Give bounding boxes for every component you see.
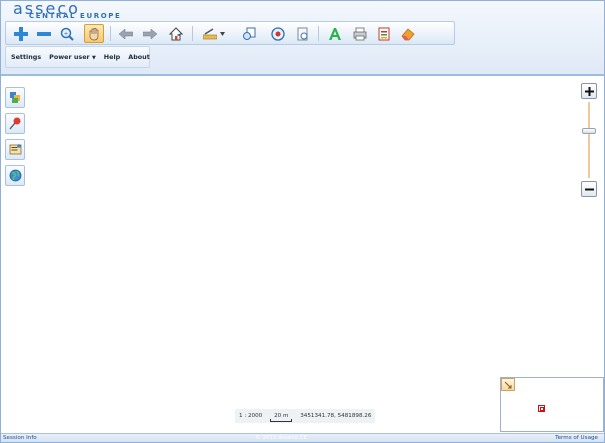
copyright-text: © 2013 Asseco CE: [255, 435, 308, 441]
overview-extent-marker: [538, 405, 545, 412]
session-info-link[interactable]: Session Info: [3, 435, 37, 441]
globe-panel-button[interactable]: [5, 165, 25, 186]
map-application-window: asseco CENTRAL EUROPE + Settings Power u…: [0, 0, 605, 443]
scale-bar: 1 : 2000 20 m 3451341.78, 5481898.26: [235, 409, 375, 423]
home-extent-icon: [169, 26, 183, 40]
pin-panel-button[interactable]: [5, 113, 25, 134]
home-extent-button[interactable]: [166, 24, 186, 43]
menu-help[interactable]: Help: [104, 53, 120, 61]
toolbar-separator: [192, 26, 193, 41]
select-tool-icon: [271, 26, 285, 41]
overview-toggle-button[interactable]: [501, 378, 515, 391]
menu-settings[interactable]: Settings: [11, 53, 41, 61]
header: asseco CENTRAL EUROPE + Settings Power u…: [1, 1, 604, 76]
measure-tool-icon: [203, 27, 217, 39]
forward-button[interactable]: [140, 24, 160, 43]
zoom-in-tool-icon: [14, 26, 28, 41]
pan-button[interactable]: [84, 24, 104, 43]
eraser-icon: [401, 27, 415, 40]
select-button[interactable]: [268, 24, 288, 43]
logo-subtitle: CENTRAL EUROPE: [29, 12, 122, 20]
eraser-button[interactable]: [398, 24, 418, 43]
zoom-in-button[interactable]: [11, 24, 31, 43]
forward-arrow-icon: [143, 27, 157, 40]
overview-map[interactable]: [500, 377, 604, 432]
print-icon: [353, 27, 367, 40]
menu-bar: Settings Power user ▼ Help About: [5, 46, 150, 68]
chevron-down-icon: ▼: [91, 55, 96, 61]
side-toolbar: [5, 87, 25, 191]
back-arrow-icon: [119, 27, 133, 40]
svg-text:+: +: [64, 30, 69, 37]
layers-panel-button[interactable]: [5, 87, 25, 108]
pin-icon: [9, 117, 20, 130]
scale-rule: 20 m: [270, 413, 293, 422]
plus-icon: [584, 86, 594, 96]
measure-button[interactable]: [200, 24, 228, 43]
scale-ticks: [270, 419, 293, 422]
zoom-out-tool-icon: [37, 31, 51, 36]
collapse-arrow-icon: [504, 381, 512, 388]
menu-about[interactable]: About: [128, 53, 150, 61]
search-map-icon: [9, 144, 21, 155]
zoom-window-tool-icon: +: [60, 27, 74, 41]
text-annotation-button[interactable]: [325, 24, 345, 43]
text-annotation-icon: [329, 27, 341, 40]
menu-power-user-label: Power user: [49, 53, 90, 61]
map-zoom-out-button[interactable]: [581, 181, 597, 197]
terms-of-usage-link[interactable]: Terms of Usage: [555, 435, 598, 441]
chevron-down-icon: [220, 31, 225, 36]
toolbar-separator: [110, 26, 111, 41]
zoom-window-button[interactable]: +: [57, 24, 77, 43]
globe-icon: [9, 169, 21, 182]
status-bar: Session Info © 2013 Asseco CE Terms of U…: [1, 433, 604, 442]
menu-power-user[interactable]: Power user ▼: [49, 53, 96, 61]
layers-icon: [9, 92, 20, 103]
identify-button[interactable]: [239, 24, 259, 43]
map-zoom-in-button[interactable]: [581, 83, 597, 99]
layers-doc-button[interactable]: [293, 24, 313, 43]
pan-hand-tool-icon: [89, 27, 99, 40]
cursor-coordinates: 3451341.78, 5481898.26: [300, 413, 372, 419]
zoom-slider-handle[interactable]: [582, 128, 596, 134]
print-button[interactable]: [350, 24, 370, 43]
legend-list-icon: [378, 27, 390, 40]
identify-tool-icon: [243, 27, 256, 40]
zoom-slider-track[interactable]: [588, 102, 590, 178]
back-button[interactable]: [116, 24, 136, 43]
search-map-panel-button[interactable]: [5, 139, 25, 160]
scale-ratio: 1 : 2000: [239, 413, 263, 419]
legend-button[interactable]: [374, 24, 394, 43]
toolbar-separator: [318, 26, 319, 41]
main-toolbar: +: [5, 21, 455, 45]
minus-icon: [584, 188, 594, 190]
layers-doc-icon: [297, 27, 308, 40]
zoom-out-button[interactable]: [34, 24, 54, 43]
